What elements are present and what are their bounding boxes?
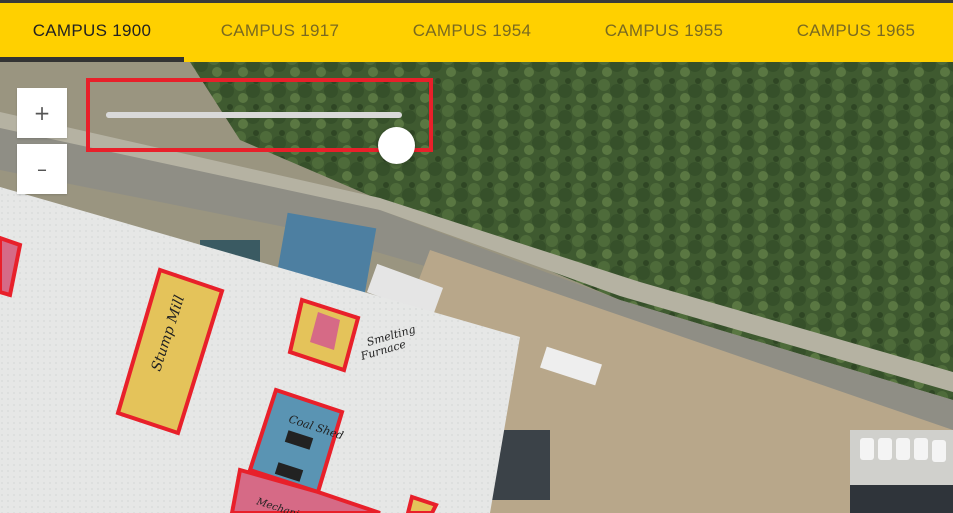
tab-campus-1900[interactable]: CAMPUS 1900 <box>0 3 184 62</box>
tab-campus-1965[interactable]: CAMPUS 1965 <box>760 3 952 62</box>
zoom-in-button[interactable]: + <box>17 88 67 138</box>
opacity-slider-track[interactable] <box>106 112 416 164</box>
tab-campus-1955[interactable]: CAMPUS 1955 <box>568 3 760 62</box>
campus-year-tabs: CAMPUS 1900 CAMPUS 1917 CAMPUS 1954 CAMP… <box>0 0 953 62</box>
tab-campus-1954[interactable]: CAMPUS 1954 <box>376 3 568 62</box>
opacity-slider-fill <box>106 112 397 118</box>
opacity-slider-highlight <box>86 78 433 164</box>
tab-campus-1917[interactable]: CAMPUS 1917 <box>184 3 376 62</box>
roof-dark-2 <box>850 485 953 513</box>
opacity-slider-thumb[interactable] <box>378 127 416 164</box>
zoom-out-button[interactable]: – <box>17 144 67 194</box>
parked-cars <box>860 438 946 462</box>
